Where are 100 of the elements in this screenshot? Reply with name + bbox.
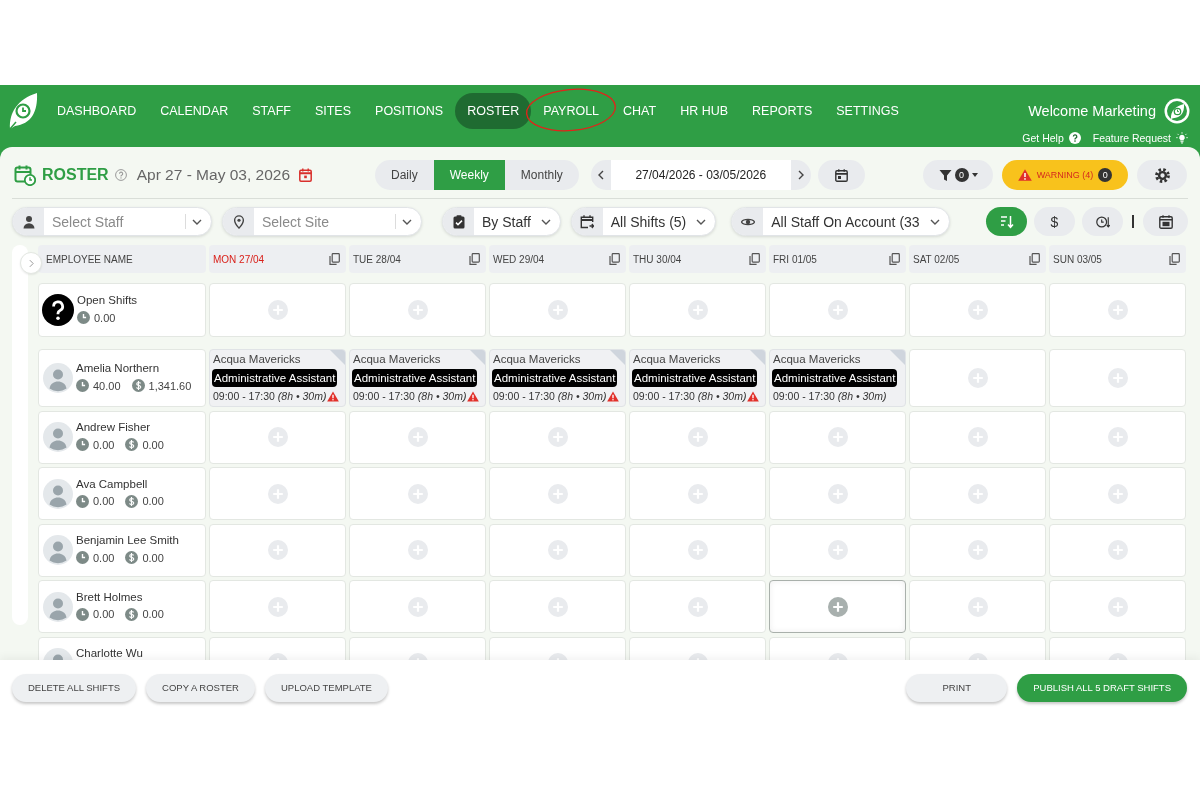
date-picker-button[interactable] xyxy=(817,160,865,190)
employee-name: Ava Campbell xyxy=(76,476,149,492)
day-label: SUN 03/05 xyxy=(1053,253,1102,265)
copy-icon[interactable] xyxy=(1029,253,1040,265)
chevron-left-icon xyxy=(597,170,604,180)
action-button[interactable]: COPY A ROSTER xyxy=(146,673,255,702)
lightbulb-icon xyxy=(1176,132,1188,144)
view-tab[interactable]: Monthly xyxy=(504,160,579,190)
sort-by-name-button[interactable] xyxy=(986,207,1027,236)
hours-value: 0.00 xyxy=(93,495,115,507)
logo-icon[interactable] xyxy=(8,92,38,130)
clock-icon xyxy=(76,494,89,508)
action-button[interactable]: PRINT xyxy=(906,673,1008,702)
shift-card[interactable]: Acqua Mavericks Administrative Assistant 09:00 - 17:30 (8h • 30m) xyxy=(489,349,626,407)
calendar-view-button[interactable] xyxy=(1143,207,1188,236)
search-input[interactable]: Select Staff xyxy=(44,208,185,235)
employee-name: Andrew Fisher xyxy=(76,420,152,435)
clipboard-check-icon xyxy=(451,214,466,229)
clock-icon xyxy=(76,551,89,564)
employee-cell[interactable]: Amelia Northern 40.00 1,341.60 xyxy=(38,349,206,407)
shift-time: 09:00 - 17:30 (8h • 30m) xyxy=(493,390,607,402)
clock-icon xyxy=(76,379,89,392)
copy-icon[interactable] xyxy=(469,253,480,265)
caret-icon xyxy=(971,173,978,177)
settings-button[interactable] xyxy=(1137,160,1187,190)
leaf-badge-icon[interactable] xyxy=(1164,98,1190,124)
filter-count-badge: 0 xyxy=(954,168,969,182)
site-select[interactable]: Select Site xyxy=(222,207,422,236)
dollar-icon xyxy=(125,438,139,451)
settings-icon xyxy=(1154,167,1170,183)
hours-value: 0.00 xyxy=(94,311,116,324)
pay-value: 0.00 xyxy=(142,438,164,451)
clock-icon xyxy=(76,438,89,451)
avatar-icon xyxy=(43,591,73,622)
copy-icon[interactable] xyxy=(749,253,760,265)
corner-fold-icon xyxy=(750,350,765,365)
copy-icon[interactable] xyxy=(329,253,340,265)
hours-value: 0.00 xyxy=(93,608,115,620)
hours-value: 0.00 xyxy=(93,551,115,564)
employee-name: Benjamin Lee Smith xyxy=(76,533,179,548)
shift-card[interactable]: Acqua Mavericks Administrative Assistant 09:00 - 17:30 (8h • 30m) xyxy=(209,349,346,407)
add-icon[interactable] xyxy=(827,596,848,617)
shift-card[interactable]: Acqua Mavericks Administrative Assistant 09:00 - 17:30 (8h • 30m) xyxy=(629,349,766,407)
avatar-icon xyxy=(43,478,73,509)
dollar-icon xyxy=(125,551,139,564)
shifts-select[interactable]: All Shifts (5) xyxy=(570,207,717,236)
clock-icon xyxy=(77,311,90,324)
welcome-text: Welcome Marketing xyxy=(1028,103,1156,119)
calendar-icon[interactable] xyxy=(299,168,313,182)
date-range-label: Apr 27 - May 03, 2026 xyxy=(136,166,291,184)
corner-fold-icon xyxy=(610,350,625,365)
clock-sort-icon xyxy=(1095,214,1110,229)
shift-card[interactable]: Acqua Mavericks Administrative Assistant 09:00 - 17:30 (8h • 30m) xyxy=(769,349,906,407)
location-pin-icon xyxy=(231,214,246,229)
filter-button[interactable]: 0 xyxy=(923,160,993,190)
copy-icon[interactable] xyxy=(889,253,900,265)
group-select[interactable]: By Staff xyxy=(442,207,561,236)
chevron-right-icon xyxy=(797,170,804,180)
employee-cell[interactable]: Ava Campbell 0.00 0.00 xyxy=(38,467,206,520)
day-label: SAT 02/05 xyxy=(913,253,960,265)
position-tag: Administrative Assistant xyxy=(632,369,758,387)
chevron-right-icon xyxy=(28,258,34,268)
sort-icon xyxy=(999,214,1014,229)
dollar-icon xyxy=(131,379,145,392)
employee-name: Brett Holmes xyxy=(76,589,144,605)
action-button[interactable]: UPLOAD TEMPLATE xyxy=(264,673,388,702)
nav-item[interactable]: ROSTER xyxy=(455,93,532,129)
visibility-select[interactable]: All Staff On Account (33 xyxy=(731,207,950,236)
employee-name: Open Shifts xyxy=(77,293,138,308)
help-icon[interactable] xyxy=(114,169,127,181)
corner-fold-icon xyxy=(890,350,905,365)
employee-cell[interactable]: Brett Holmes 0.00 0.00 xyxy=(38,580,206,633)
date-range-field[interactable]: 27/04/2026 - 03/05/2026 xyxy=(610,160,791,190)
clock-icon xyxy=(76,607,89,621)
employee-name: Amelia Northern xyxy=(76,361,161,376)
employee-cell[interactable]: Benjamin Lee Smith 0.00 0.00 xyxy=(38,523,206,577)
sort-by-time-button[interactable] xyxy=(1082,207,1123,236)
avatar-icon xyxy=(43,363,73,393)
site-name: Acqua Mavericks xyxy=(492,352,581,367)
pay-value: 0.00 xyxy=(142,495,164,507)
shift-time: 09:00 - 17:30 (8h • 30m) xyxy=(353,390,467,402)
employee-cell[interactable]: Charlotte Wu xyxy=(38,636,206,660)
search-input[interactable]: Select Site xyxy=(254,208,395,235)
shift-card[interactable]: Acqua Mavericks Administrative Assistant 09:00 - 17:30 (8h • 30m) xyxy=(349,349,486,407)
question-icon xyxy=(42,294,74,326)
copy-icon[interactable] xyxy=(1169,253,1180,265)
warning-button[interactable]: WARNING (4) 0 xyxy=(1002,160,1128,190)
employee-cell[interactable]: Open Shifts 0.00 xyxy=(38,283,206,337)
empty-slot[interactable] xyxy=(769,580,906,633)
filter-icon xyxy=(938,168,952,182)
employee-cell[interactable]: Andrew Fisher 0.00 0.00 xyxy=(38,410,206,464)
chevron-down-icon xyxy=(540,218,551,225)
copy-icon[interactable] xyxy=(609,253,620,265)
action-button[interactable]: DELETE ALL SHIFTS xyxy=(12,673,137,702)
calendar-icon xyxy=(1158,214,1173,229)
sort-by-pay-button[interactable]: $ xyxy=(1034,207,1075,236)
staff-select[interactable]: Select Staff xyxy=(12,207,212,236)
site-name: Acqua Mavericks xyxy=(772,352,861,367)
view-tab[interactable]: Daily xyxy=(375,160,434,190)
pay-value: 0.00 xyxy=(142,551,164,564)
